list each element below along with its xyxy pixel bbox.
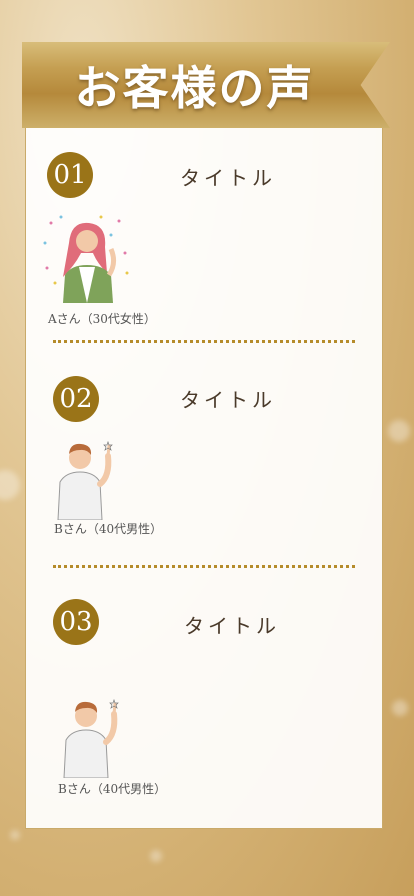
man-pointing-avatar-icon xyxy=(63,698,119,778)
customer-caption: Bさん（40代男性） xyxy=(54,522,163,536)
dotted-divider xyxy=(53,340,355,343)
testimonials-card: 01 タイトル Aさん（30代女性） 02 タイトル Bさん（40代男性） 03… xyxy=(25,127,383,829)
item-title: タイトル xyxy=(180,166,276,190)
item-title: タイトル xyxy=(180,388,276,412)
item-number-badge: 01 xyxy=(47,152,93,198)
bokeh-light xyxy=(392,700,408,716)
item-title: タイトル xyxy=(184,614,280,638)
item-number-badge: 02 xyxy=(53,376,99,422)
page-title: お客様の声 xyxy=(74,61,315,115)
customer-caption: Aさん（30代女性） xyxy=(48,312,156,326)
man-pointing-avatar-icon xyxy=(57,440,113,520)
item-number-badge: 03 xyxy=(53,599,99,645)
customer-caption: Bさん（40代男性） xyxy=(58,782,167,796)
bokeh-light xyxy=(0,470,20,500)
bokeh-light xyxy=(10,830,20,840)
bokeh-light xyxy=(388,420,410,442)
dotted-divider xyxy=(53,565,355,568)
bokeh-light xyxy=(150,850,162,862)
woman-avatar-icon xyxy=(43,215,129,303)
